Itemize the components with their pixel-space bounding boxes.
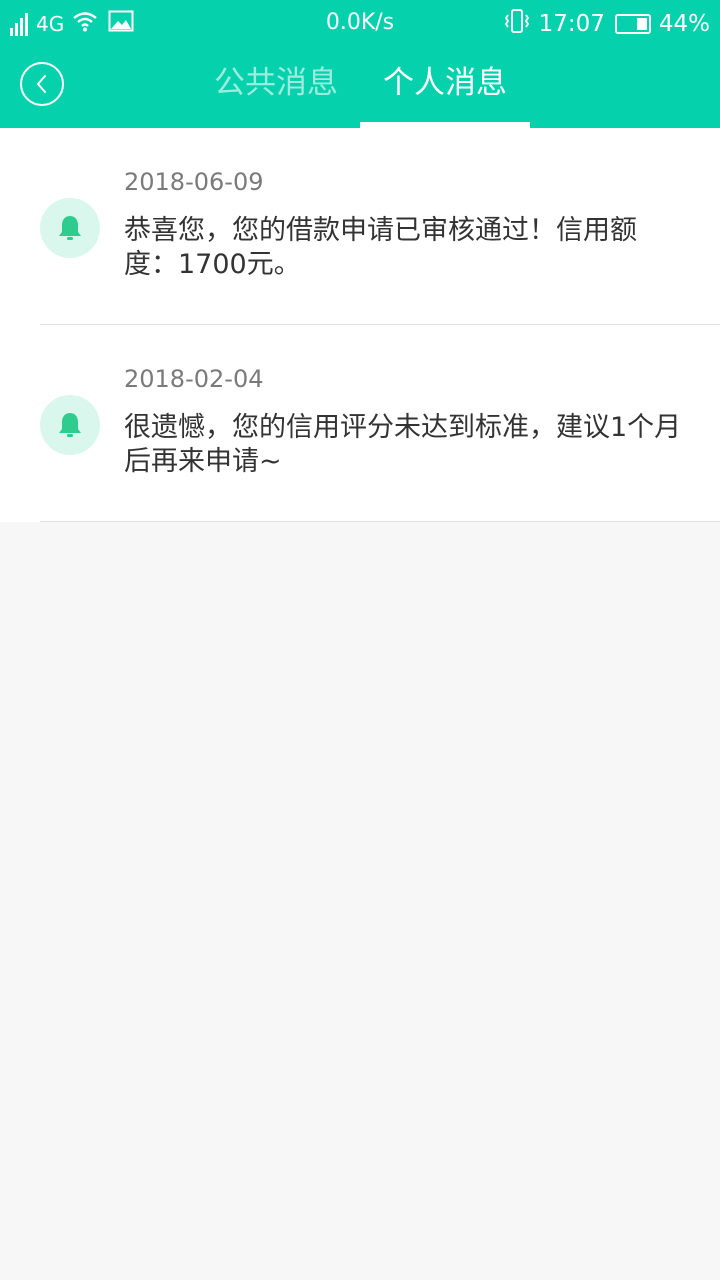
status-right: 17:07 44%: [503, 9, 710, 39]
battery-icon: [614, 14, 651, 34]
tab-public-messages[interactable]: 公共消息: [196, 48, 356, 128]
nav-bar: 公共消息 个人消息: [0, 48, 720, 128]
list-item[interactable]: 2018-06-09 恭喜您，您的借款申请已审核通过！信用额度：1700元。: [0, 128, 720, 325]
chevron-left-icon: [37, 75, 46, 93]
list-item[interactable]: 2018-02-04 很遗憾，您的信用评分未达到标准，建议1个月后再来申请~: [0, 325, 720, 522]
vibrate-icon: [503, 9, 531, 39]
battery-level: 44%: [658, 11, 710, 37]
message-text: 很遗憾，您的信用评分未达到标准，建议1个月后再来申请~: [124, 412, 682, 477]
status-bar: 4G 0.0K/s 17:07 44%: [0, 0, 720, 48]
message-date: 2018-06-09: [124, 168, 264, 196]
tab-label: 个人消息: [383, 65, 507, 101]
message-date: 2018-02-04: [124, 365, 264, 393]
tab-personal-messages[interactable]: 个人消息: [360, 48, 530, 128]
bell-icon: [40, 395, 100, 455]
divider: [40, 521, 720, 522]
bell-icon: [40, 198, 100, 258]
app-header: 4G 0.0K/s 17:07 44% 公共消息 个人消息: [0, 0, 720, 128]
message-text: 恭喜您，您的借款申请已审核通过！信用额度：1700元。: [124, 215, 637, 280]
message-list: 2018-06-09 恭喜您，您的借款申请已审核通过！信用额度：1700元。 2…: [0, 128, 720, 522]
back-button[interactable]: [20, 62, 64, 106]
clock: 17:07: [538, 11, 605, 37]
